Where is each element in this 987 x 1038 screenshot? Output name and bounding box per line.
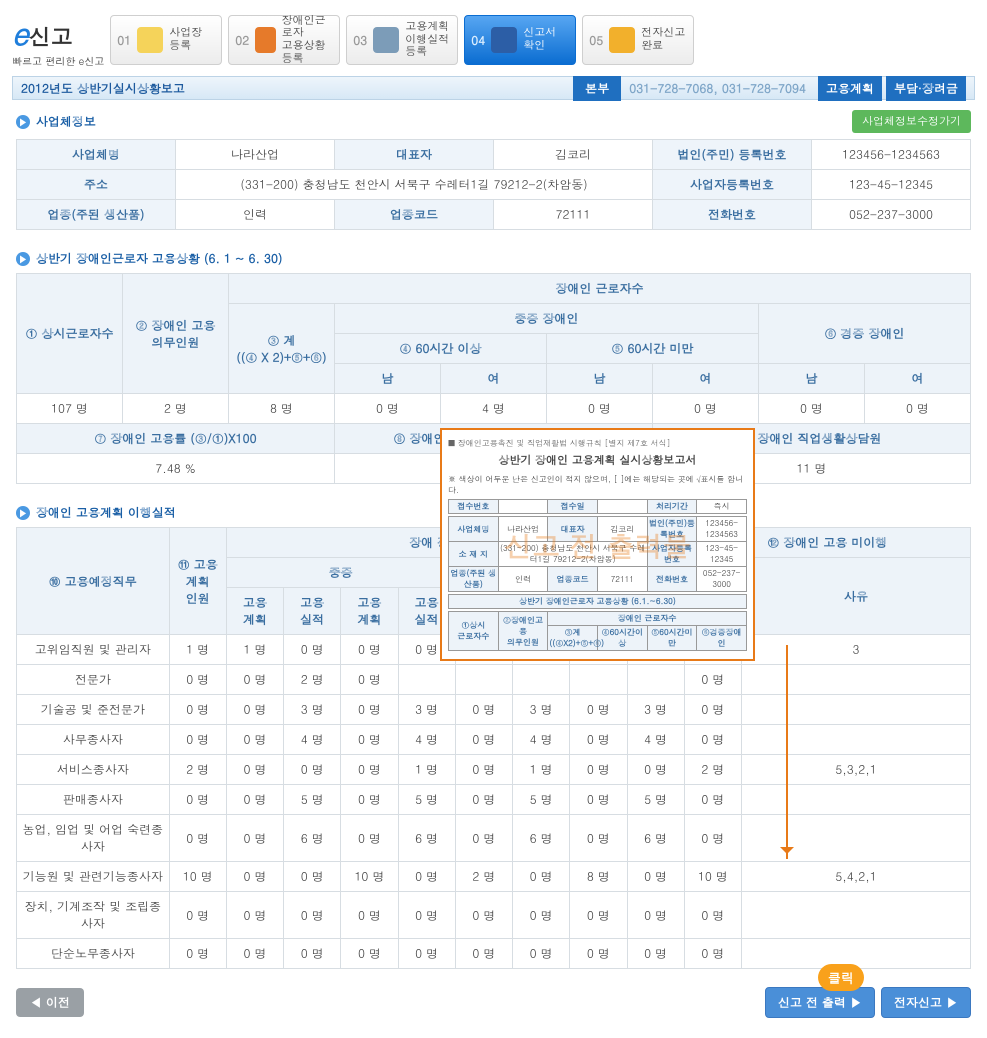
step-03[interactable]: 03고용계획이행실적등록 bbox=[346, 15, 458, 65]
table-row: 판매종사자0 명0 명5 명0 명5 명0 명5 명0 명5 명0 명 bbox=[17, 785, 971, 815]
logo: e신고 빠르고 편리한 e신고 bbox=[12, 12, 104, 68]
section-title-status: 상반기 장애인근로자 고용상황 (6. 1 ~ 6. 30) bbox=[36, 250, 283, 267]
section-title-company: 사업체정보 bbox=[36, 113, 96, 130]
edit-company-button[interactable]: 사업체정보수정가기 bbox=[852, 110, 971, 133]
complete-icon bbox=[609, 27, 635, 53]
page-title: 2012년도 상반기실시상황보고 bbox=[21, 80, 185, 97]
table-row: 전문가0 명0 명2 명0 명0 명 bbox=[17, 665, 971, 695]
plan-icon bbox=[373, 27, 399, 53]
tab-headquarters[interactable]: 본부 bbox=[573, 76, 621, 101]
tab-incentive[interactable]: 부담·장려금 bbox=[886, 76, 966, 101]
table-row: 장치, 기계조작 및 조립종사자0 명0 명0 명0 명0 명0 명0 명0 명… bbox=[17, 892, 971, 939]
section-bullet-icon: ▶ bbox=[16, 115, 30, 129]
tab-employment-plan[interactable]: 고용계획 bbox=[818, 76, 882, 101]
table-row: 농업, 임업 및 어업 숙련종사자0 명0 명6 명0 명6 명0 명6 명0 … bbox=[17, 815, 971, 862]
step-01[interactable]: 01사업장등록 bbox=[110, 15, 222, 65]
print-preview-popup: ■ 장애인고용촉진 및 직업재활법 시행규칙 [별지 제7호 서식] 상반기 장… bbox=[440, 428, 755, 661]
worker-icon bbox=[255, 27, 275, 53]
workplace-icon bbox=[137, 27, 163, 53]
phone-numbers: 031-728-7068, 031-728-7094 bbox=[629, 80, 806, 97]
click-badge: 클릭 bbox=[818, 964, 864, 991]
table-row: 기능원 및 관련기능종사자10 명0 명0 명10 명0 명2 명0 명8 명0… bbox=[17, 862, 971, 892]
confirm-icon bbox=[491, 27, 517, 53]
section-bullet-icon: ▶ bbox=[16, 506, 30, 520]
step-05[interactable]: 05전자신고완료 bbox=[582, 15, 694, 65]
section-title-performance: 장애인 고용계획 이행실적 bbox=[36, 504, 176, 521]
preview-print-button[interactable]: 신고 전 출력 ▶ 클릭 bbox=[765, 987, 875, 1018]
company-info-table: 사업체명나라산업대표자김코리법인(주민) 등록번호123456-1234563 … bbox=[16, 139, 971, 230]
step-04[interactable]: 04신고서확인 bbox=[464, 15, 576, 65]
table-row: 서비스종사자2 명0 명0 명0 명1 명0 명1 명0 명0 명2 명5,3,… bbox=[17, 755, 971, 785]
section-bullet-icon: ▶ bbox=[16, 252, 30, 266]
back-button[interactable]: ◀ 이전 bbox=[16, 988, 84, 1017]
table-row: 기술공 및 준전문가0 명0 명3 명0 명3 명0 명3 명0 명3 명0 명 bbox=[17, 695, 971, 725]
step-02[interactable]: 02장애인근로자고용상황등록 bbox=[228, 15, 340, 65]
table-row: 사무종사자0 명0 명4 명0 명4 명0 명4 명0 명4 명0 명 bbox=[17, 725, 971, 755]
callout-arrow bbox=[786, 645, 788, 859]
submit-button[interactable]: 전자신고 ▶ bbox=[881, 987, 971, 1018]
